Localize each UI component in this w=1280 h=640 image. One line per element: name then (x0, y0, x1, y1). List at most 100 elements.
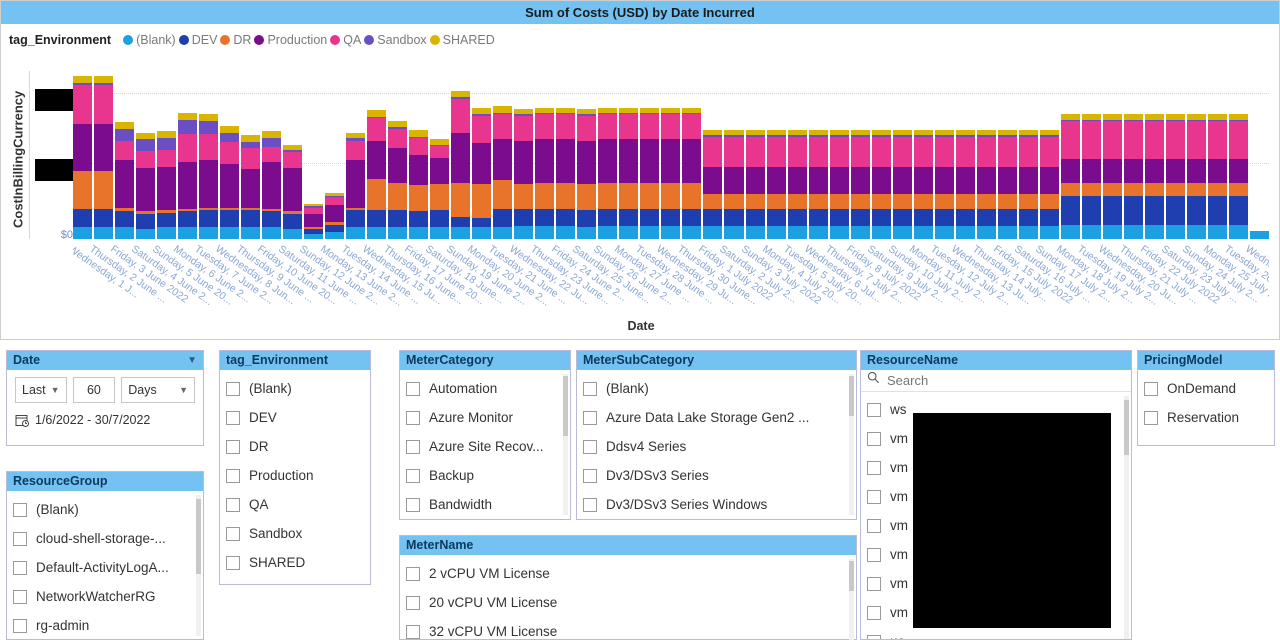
meter-category-item[interactable]: Azure Monitor (400, 403, 570, 432)
checkbox-unchecked-icon[interactable] (867, 634, 881, 639)
checkbox-unchecked-icon[interactable] (867, 431, 881, 446)
chart-bar[interactable] (157, 131, 177, 239)
chart-bar[interactable] (220, 126, 240, 239)
checkbox-unchecked-icon[interactable] (13, 618, 27, 633)
meter-name-scrollbar-thumb[interactable] (849, 561, 854, 591)
resource-name-scrollbar-thumb[interactable] (1124, 400, 1129, 455)
chart-bar[interactable] (535, 107, 555, 239)
resource-group-slicer[interactable]: ResourceGroup (Blank) cloud-shell-storage… (6, 471, 204, 640)
date-slicer-header[interactable]: Date ▼ (7, 351, 203, 370)
checkbox-unchecked-icon[interactable] (226, 439, 240, 454)
chart-bar[interactable] (745, 130, 765, 239)
chart-bar[interactable] (325, 193, 345, 239)
chart-bar[interactable] (577, 109, 597, 239)
chart-bar[interactable] (73, 76, 93, 239)
chart-bar[interactable] (913, 130, 933, 239)
chart-bar[interactable] (787, 130, 807, 239)
chart-bar[interactable] (850, 130, 870, 239)
tag-environment-item[interactable]: SHARED (220, 548, 370, 577)
checkbox-unchecked-icon[interactable] (406, 595, 420, 610)
chart-bar[interactable] (724, 130, 744, 239)
resource-name-item[interactable]: uo (861, 627, 1131, 639)
meter-category-item[interactable]: Backup (400, 461, 570, 490)
tag-environment-item[interactable]: Production (220, 461, 370, 490)
tag-environment-item[interactable]: QA (220, 490, 370, 519)
chart-bar[interactable] (1228, 114, 1248, 239)
resource-group-item[interactable]: NetworkWatcherRG (7, 582, 203, 611)
legend-item-sandbox[interactable]: Sandbox (364, 33, 427, 47)
chart-bar[interactable] (1060, 114, 1080, 239)
checkbox-unchecked-icon[interactable] (867, 547, 881, 562)
date-slicer[interactable]: Date ▼ Last ▼ 60 Days ▼ 1/6/2022 - 30/7/… (6, 350, 204, 446)
checkbox-unchecked-icon[interactable] (226, 526, 240, 541)
chart-bar[interactable] (1081, 114, 1101, 239)
checkbox-unchecked-icon[interactable] (583, 381, 597, 396)
resource-group-item[interactable]: Default-ActivityLogA... (7, 553, 203, 582)
chart-bar[interactable] (262, 131, 282, 239)
meter-subcategory-item[interactable]: Dv3/DSv3 Series (577, 461, 856, 490)
pricing-model-item[interactable]: Reservation (1138, 403, 1274, 432)
checkbox-unchecked-icon[interactable] (226, 468, 240, 483)
checkbox-unchecked-icon[interactable] (406, 439, 420, 454)
meter-name-item[interactable]: 20 vCPU VM License (400, 588, 856, 617)
date-mode-dropdown[interactable]: Last ▼ (15, 377, 67, 403)
checkbox-unchecked-icon[interactable] (226, 410, 240, 425)
checkbox-unchecked-icon[interactable] (406, 468, 420, 483)
chart-bar[interactable] (598, 107, 618, 239)
chart-bar[interactable] (514, 109, 534, 239)
meter-subcategory-item[interactable]: Azure Data Lake Storage Gen2 ... (577, 403, 856, 432)
tag-environment-slicer[interactable]: tag_Environment (Blank) DEV DR Production QA… (219, 350, 371, 585)
chart-bar[interactable] (892, 130, 912, 239)
meter-subcategory-slicer[interactable]: MeterSubCategory (Blank) Azure Data Lake … (576, 350, 857, 520)
checkbox-unchecked-icon[interactable] (226, 555, 240, 570)
legend-item-production[interactable]: Production (254, 33, 327, 47)
chart-bar[interactable] (94, 76, 114, 239)
tag-environment-item[interactable]: Sandbox (220, 519, 370, 548)
meter-category-item[interactable]: Automation (400, 374, 570, 403)
chart-bar[interactable] (1186, 114, 1206, 239)
meter-name-item[interactable]: 2 vCPU VM License (400, 559, 856, 588)
chart-bar[interactable] (409, 130, 429, 239)
checkbox-unchecked-icon[interactable] (13, 502, 27, 517)
checkbox-unchecked-icon[interactable] (1144, 381, 1158, 396)
legend-item-shared[interactable]: SHARED (429, 33, 495, 47)
resource-name-search-input[interactable] (887, 372, 1125, 388)
chart-bar[interactable] (346, 132, 366, 239)
chart-bar[interactable] (1144, 114, 1164, 239)
chart-bar[interactable] (619, 107, 639, 239)
pricing-model-item[interactable]: OnDemand (1138, 374, 1274, 403)
chart-bar[interactable] (955, 130, 975, 239)
chart-bar[interactable] (367, 110, 387, 239)
chart-bar[interactable] (976, 130, 996, 239)
checkbox-unchecked-icon[interactable] (406, 566, 420, 581)
chart-bar[interactable] (661, 107, 681, 239)
checkbox-unchecked-icon[interactable] (867, 605, 881, 620)
date-unit-dropdown[interactable]: Days ▼ (121, 377, 195, 403)
chart-bar[interactable] (1123, 114, 1143, 239)
chart-bar[interactable] (1018, 130, 1038, 239)
resource-group-item[interactable]: (Blank) (7, 495, 203, 524)
chart-bar[interactable] (199, 114, 219, 239)
chart-bar[interactable] (304, 203, 324, 239)
checkbox-unchecked-icon[interactable] (406, 410, 420, 425)
tag-environment-item[interactable]: DEV (220, 403, 370, 432)
chart-bar[interactable] (178, 113, 198, 239)
legend-item-dr[interactable]: DR (220, 33, 251, 47)
checkbox-unchecked-icon[interactable] (583, 410, 597, 425)
checkbox-unchecked-icon[interactable] (583, 468, 597, 483)
chart-bar[interactable] (1165, 114, 1185, 239)
chart-bar[interactable] (388, 120, 408, 239)
legend-item-qa[interactable]: QA (330, 33, 361, 47)
checkbox-unchecked-icon[interactable] (867, 460, 881, 475)
chart-bar[interactable] (703, 130, 723, 239)
checkbox-unchecked-icon[interactable] (583, 439, 597, 454)
date-amount-input[interactable]: 60 (72, 377, 116, 403)
resource-name-slicer[interactable]: ResourceName wsvmvmvmvmvmvmvmuouo (860, 350, 1132, 640)
chart-bar[interactable] (136, 132, 156, 239)
chart-bar[interactable] (640, 107, 660, 239)
meter-subcategory-item[interactable]: Ddsv4 Series (577, 432, 856, 461)
chart-bar[interactable] (115, 122, 135, 239)
meter-subcategory-item[interactable]: Dv3/DSv3 Series Windows (577, 490, 856, 519)
chart-bar[interactable] (682, 107, 702, 239)
meter-category-item[interactable]: Bandwidth (400, 490, 570, 519)
